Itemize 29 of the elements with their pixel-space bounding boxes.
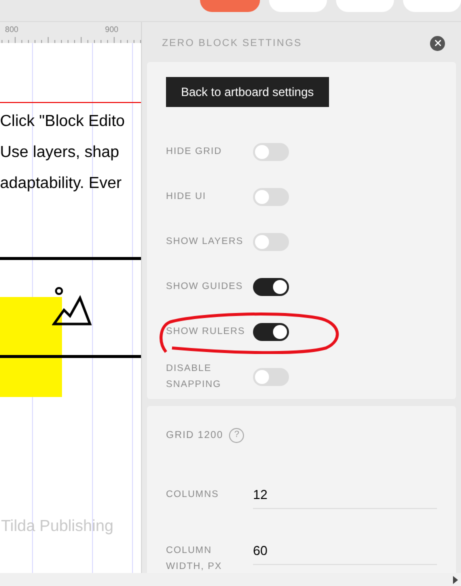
- input-field[interactable]: 12: [253, 481, 437, 509]
- ruler-label: 900: [105, 25, 118, 34]
- canvas-text: adaptability. Ever: [0, 174, 123, 194]
- toggle-switch[interactable]: [253, 322, 289, 340]
- toggle-label: SHOW RULERS: [166, 324, 246, 338]
- canvas-text: Click "Block Edito: [0, 112, 125, 132]
- ruler-label: 800: [5, 25, 18, 34]
- toggle-label: HIDE UI: [166, 190, 208, 204]
- toggle-switch[interactable]: [253, 368, 289, 386]
- close-icon: [434, 40, 440, 46]
- grid-title: GRID 1200: [166, 428, 224, 442]
- toggle-switch[interactable]: [253, 278, 289, 296]
- toggle-switch[interactable]: [253, 142, 289, 160]
- toggle-label: SHOW GUIDES: [166, 280, 244, 294]
- image-icon: [52, 286, 92, 326]
- scroll-right-icon[interactable]: [453, 576, 458, 584]
- input-field[interactable]: 60: [253, 537, 437, 565]
- back-button[interactable]: Back to artboard settings: [166, 77, 329, 107]
- close-button[interactable]: [430, 36, 445, 50]
- field-label: COLUMN WIDTH, PX: [166, 544, 223, 574]
- panel-title: ZERO BLOCK SETTINGS: [162, 36, 302, 50]
- canvas-text: Use layers, shap: [0, 143, 120, 163]
- toggle-switch[interactable]: [253, 232, 289, 250]
- toggle-label: HIDE GRID: [166, 144, 223, 158]
- top-bar-button[interactable]: [200, 0, 260, 12]
- toggle-switch[interactable]: [253, 188, 289, 206]
- toggle-label: SHOW LAYERS: [166, 234, 244, 248]
- field-label: COLUMNS: [166, 488, 220, 502]
- toggle-label: DISABLE SNAPPING: [166, 362, 222, 392]
